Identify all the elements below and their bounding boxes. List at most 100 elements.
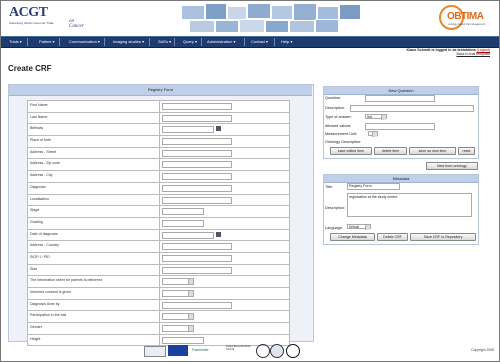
registry-field-row: The information sheet for parents is del… [27,276,290,288]
registry-field-input[interactable] [162,266,232,274]
change-metadata-button[interactable]: Change Metadata [330,233,375,241]
registry-field-input[interactable] [162,103,232,110]
registry-field-input[interactable] [162,126,214,134]
on-cancer-text: on Cancer [69,19,84,29]
nav-trials[interactable]: Trials ▾ [9,38,22,46]
nav-imaging-studies[interactable]: Imaging studies ▾ [113,38,144,46]
registry-field-row: Address - Country [27,241,290,253]
save-crf-to-repository-button[interactable]: Save CRF to Repository [410,233,476,241]
nav-separator [59,38,60,46]
registry-field-label[interactable]: Participation in the trial [30,313,158,317]
registry-field-input[interactable] [162,254,232,262]
acgt-logo-subtitle: Advancing Clinico Genomic Trials [9,21,54,25]
allowed-values-input[interactable] [365,123,435,130]
registry-field-label[interactable]: Address - Zip code [30,161,158,165]
column-divider [159,241,160,252]
description-input[interactable] [350,105,474,112]
registry-field-label[interactable]: Grading [30,220,158,224]
registry-field-label[interactable]: SIOP-I / PID [30,255,158,259]
column-divider [159,206,160,217]
column-divider [159,288,160,299]
registry-field-label[interactable]: Date of diagnosis [30,232,158,236]
registry-field-select[interactable] [162,290,194,297]
acgt-logo[interactable]: ACGT Advancing Clinico Genomic Trials on… [9,5,84,29]
registry-field-label[interactable]: Diagnosis done by [30,302,158,306]
column-divider [159,264,160,276]
registry-field-label[interactable]: First Name [30,103,158,107]
description-label: Description: [325,106,346,110]
registry-field-input[interactable] [162,219,204,227]
delete-item-button[interactable]: delete item [374,147,407,155]
registry-field-label[interactable]: Side [30,267,158,271]
registry-field-label[interactable]: The information sheet for parents is del… [30,278,158,282]
language-select[interactable]: Default [347,224,371,230]
calendar-icon[interactable] [216,231,221,237]
registry-field-label[interactable]: Address - Country [30,243,158,247]
registry-field-input[interactable] [162,149,232,157]
back-to-trial-template-link[interactable]: Back to trial template [407,52,490,56]
registry-field-label[interactable]: Diagnosis [30,185,158,189]
obtima-logo[interactable]: OBTIMA ontology-based trial management [439,5,491,30]
nav-separator [244,38,245,46]
nav-help[interactable]: Help ▾ [281,38,292,46]
registry-field-label[interactable]: Informed consent is given [30,290,158,294]
registry-field-input[interactable] [162,301,232,309]
registry-field-select[interactable] [162,325,194,333]
nav-separator [174,38,175,46]
registry-field-input[interactable] [162,231,214,239]
question-input[interactable] [365,95,435,102]
metadata-title-input[interactable]: Registry Form [347,183,400,190]
registry-field-input[interactable] [162,184,232,192]
nav-communication[interactable]: Communication ▾ [69,38,100,46]
registry-field-input[interactable] [162,114,232,122]
registry-field-label[interactable]: Address - Street [30,150,158,154]
registry-field-row: Address - Street [27,147,290,160]
registry-field-input[interactable] [162,208,204,216]
type-of-answer-select[interactable]: text [365,114,387,120]
registry-field-label[interactable]: Place of birth [30,138,158,142]
type-of-answer-value: text [367,115,373,119]
save-edited-item-button[interactable]: save edited item [330,147,372,155]
registry-field-select[interactable] [162,313,194,321]
chevron-down-icon [372,132,377,137]
registry-field-label[interactable]: Address - City [30,173,158,177]
registry-field-label[interactable]: Birthday [30,126,158,130]
new-from-ontology-button[interactable]: New from ontology [426,162,478,170]
registry-field-label[interactable]: Localisation [30,197,158,201]
nav-patient[interactable]: Patient ▾ [39,38,55,46]
registry-field-input[interactable] [162,173,232,181]
allowed-values-label: Allowed values: [325,124,352,128]
registry-field-input[interactable] [162,243,232,251]
registry-field-label[interactable]: Stage [30,208,158,212]
measurement-unit-label: Measurement Unit: [325,132,358,136]
registry-field-select[interactable] [162,278,194,286]
registry-field-label[interactable]: Last Name [30,115,158,119]
registry-field-row: Birthday [27,124,290,137]
column-divider [159,124,160,136]
ontology-description-label: Ontology Description: [325,140,362,144]
nav-separator [149,38,150,46]
registry-field-input[interactable] [162,196,232,204]
nav-contact[interactable]: Contact ▾ [251,38,268,46]
registry-field-input[interactable] [162,161,232,169]
registry-field-input[interactable] [162,138,232,146]
metadata-description-value: registration at the study centre [349,195,398,199]
reset-button[interactable]: reset [458,147,475,155]
chevron-down-icon [381,115,386,120]
nav-saes[interactable]: SAEs ▾ [158,38,171,46]
nav-query[interactable]: Query ▾ [183,38,197,46]
header-photo-collage [179,3,361,33]
metadata-title-label: Title: [325,185,334,189]
registry-field-label[interactable]: Height [30,337,158,341]
delete-crf-button[interactable]: Delete CRF [377,233,408,241]
measurement-unit-select[interactable] [368,131,378,137]
nav-administration[interactable]: Administration ▾ [207,38,235,46]
institute-logo: Institut Biomedizinische Technik [226,345,251,351]
main-nav: Trials ▾ Patient ▾ Communication ▾ Imagi… [1,36,499,48]
chevron-down-icon [365,225,370,230]
registry-field-label[interactable]: Gender [30,325,158,329]
calendar-icon[interactable] [216,126,221,132]
copyright: Copyright 2008 [471,348,494,352]
save-as-new-item-button[interactable]: save as new item [409,147,456,155]
metadata-description-textarea[interactable]: registration at the study centre [347,193,472,217]
